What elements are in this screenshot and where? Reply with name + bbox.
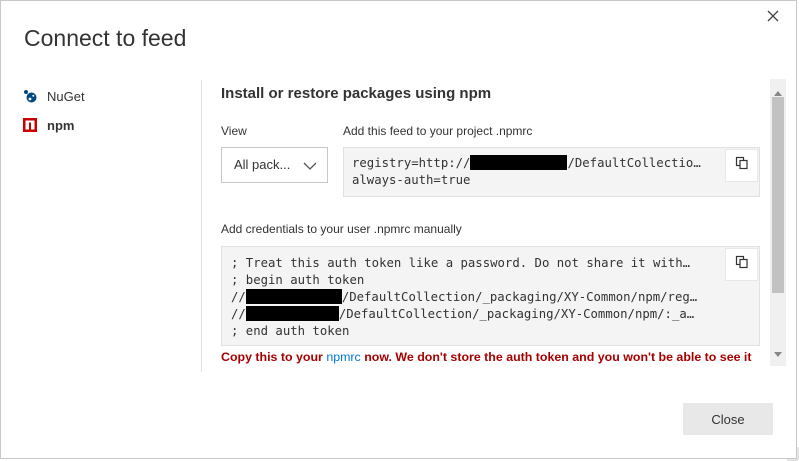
project-npmrc-code[interactable]: registry=http:///DefaultCollectio… alway… <box>343 147 760 197</box>
scrollbar-thumb[interactable] <box>772 97 784 293</box>
auth-token-warning: Copy this to your npmrc now. We don't st… <box>221 350 752 364</box>
user-npmrc-code[interactable]: ; Treat this auth token like a password.… <box>221 246 760 346</box>
npmrc-link[interactable]: npmrc <box>326 350 360 364</box>
dialog-title: Connect to feed <box>24 25 187 51</box>
code-line: always-auth=true <box>352 173 471 187</box>
redacted-host <box>470 155 568 170</box>
project-npmrc-label: Add this feed to your project .npmrc <box>343 124 533 138</box>
redacted-host <box>245 306 339 321</box>
close-button[interactable]: Close <box>683 403 773 435</box>
chevron-down-icon <box>303 159 317 174</box>
nav-divider <box>201 80 202 372</box>
copy-project-npmrc-button[interactable] <box>725 149 758 182</box>
view-label: View <box>221 124 247 138</box>
nav-item-npm[interactable]: npm <box>23 116 193 134</box>
copy-icon <box>735 156 749 175</box>
code-line: ; Treat this auth token like a password.… <box>231 256 691 270</box>
copy-user-npmrc-button[interactable] <box>725 248 758 281</box>
view-selected-value: All pack... <box>234 157 291 172</box>
credentials-label: Add credentials to your user .npmrc manu… <box>221 222 462 236</box>
redacted-host <box>245 289 342 304</box>
nav-item-label: NuGet <box>47 88 85 104</box>
npm-icon <box>23 118 37 132</box>
content-scrollbar[interactable] <box>770 79 786 366</box>
view-select[interactable]: All pack... <box>221 147 328 183</box>
connect-to-feed-dialog: Connect to feed NuGet npm Install or res… <box>0 0 799 461</box>
section-title: Install or restore packages using npm <box>221 85 492 102</box>
copy-icon <box>735 255 749 274</box>
code-line: ///DefaultCollection/_packaging/XY-Commo… <box>231 289 698 304</box>
package-type-nav: NuGet npm <box>23 87 193 145</box>
nav-item-label: npm <box>47 117 75 133</box>
code-line: ///DefaultCollection/_packaging/XY-Commo… <box>231 306 695 321</box>
code-line: registry=http:///DefaultCollectio… <box>352 155 701 170</box>
code-line: ; begin auth token <box>231 273 365 287</box>
nuget-icon <box>23 89 37 103</box>
npm-instructions-panel: Install or restore packages using npm Vi… <box>221 1 771 461</box>
dialog-frame-edge <box>787 447 799 461</box>
code-line: ; end auth token <box>231 324 350 338</box>
scroll-down-icon[interactable] <box>774 345 782 363</box>
nav-item-nuget[interactable]: NuGet <box>23 87 193 105</box>
